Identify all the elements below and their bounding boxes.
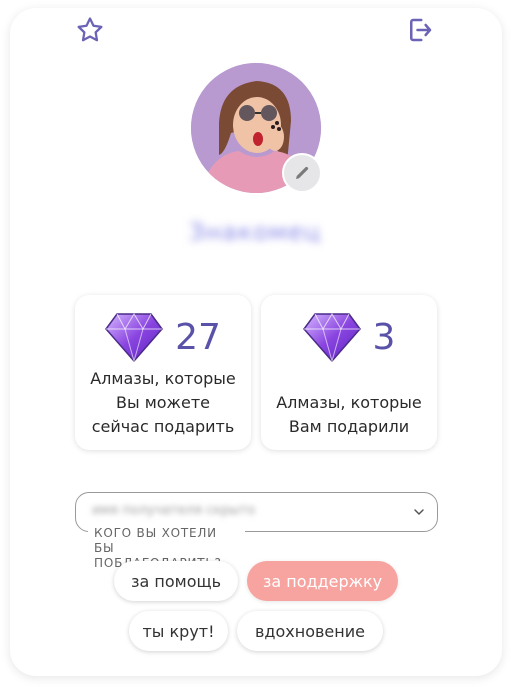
edit-avatar-button[interactable] bbox=[282, 153, 322, 193]
favorite-button[interactable] bbox=[72, 12, 108, 48]
reason-chip-support[interactable]: за поддержку bbox=[247, 561, 398, 601]
reason-chip-label: за поддержку bbox=[262, 571, 383, 591]
reason-chip-label: ты крут! bbox=[142, 621, 215, 641]
star-icon bbox=[77, 17, 103, 42]
username: Знакомец bbox=[188, 218, 322, 246]
chevron-down-icon bbox=[414, 509, 424, 515]
reason-chip-label: за помощь bbox=[130, 571, 221, 591]
received-diamonds-count: 3 bbox=[372, 316, 396, 358]
diamond-icon bbox=[302, 313, 361, 362]
stat-label-line: Вам подарили bbox=[288, 417, 410, 436]
logout-button[interactable] bbox=[402, 12, 438, 48]
reason-chip-inspiration[interactable]: вдохновение bbox=[237, 611, 383, 651]
stat-label-line: сейчас подарить bbox=[91, 417, 235, 436]
stat-label-line: Алмазы, которые bbox=[90, 369, 236, 388]
reason-chip-help[interactable]: за помощь bbox=[114, 561, 238, 601]
diamond-icon bbox=[105, 313, 164, 362]
stat-card-available: 27 Алмазы, которые Вы можете сейчас пода… bbox=[75, 295, 251, 450]
logout-icon bbox=[410, 18, 432, 42]
stat-label-line: Алмазы, которые bbox=[276, 393, 422, 412]
recipient-value: имя получателя скрыто bbox=[92, 503, 256, 518]
reason-chip-cool[interactable]: ты крут! bbox=[129, 611, 228, 651]
stat-label-line: Вы можете bbox=[116, 393, 210, 412]
stat-card-received: 3 Алмазы, которые Вам подарили bbox=[261, 295, 437, 450]
reason-chip-label: вдохновение bbox=[255, 621, 365, 641]
pencil-icon bbox=[296, 166, 309, 179]
available-diamonds-count: 27 bbox=[175, 316, 221, 358]
